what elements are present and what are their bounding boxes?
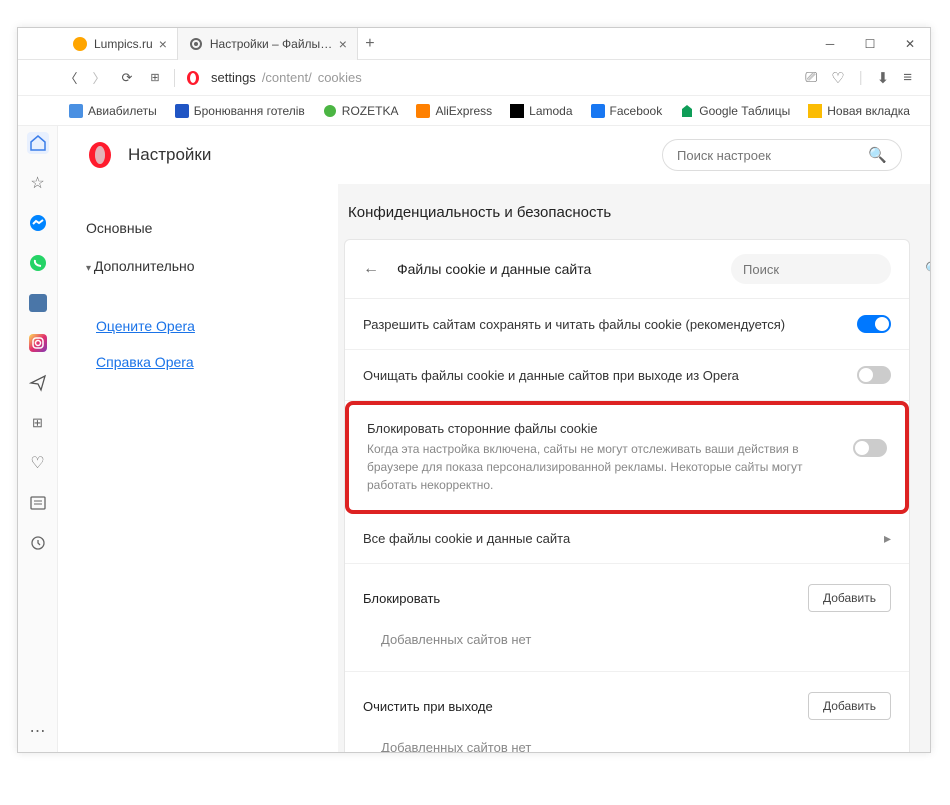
speed-dial-button[interactable]: ⊞ — [146, 69, 164, 87]
more-icon[interactable]: ⋯ — [27, 720, 49, 742]
bookmark-gsheets[interactable]: Google Таблицы — [673, 101, 797, 121]
tab-0[interactable]: Lumpics.ru × — [62, 28, 178, 60]
messenger-icon[interactable] — [27, 212, 49, 234]
lumpics-favicon-icon — [72, 36, 88, 52]
url-path-2: /content/ — [262, 70, 312, 85]
close-window-button[interactable]: ✕ — [890, 28, 930, 60]
back-arrow-icon[interactable]: ← — [363, 260, 383, 278]
forward-button[interactable]: 〉 — [90, 69, 108, 87]
opera-badge-icon — [185, 70, 201, 86]
card-title: Файлы cookie и данные сайта — [397, 261, 717, 277]
settings-header: Настройки 🔍 — [58, 126, 930, 184]
titlebar: Lumpics.ru × Настройки – Файлы cookie × … — [18, 28, 930, 60]
url-display[interactable]: settings/content/cookies — [211, 70, 795, 85]
minimize-button[interactable]: ─ — [810, 28, 850, 60]
card-search[interactable]: 🔍 — [731, 254, 891, 284]
row-subtitle: Когда эта настройка включена, сайты не м… — [367, 440, 839, 494]
tab-0-title: Lumpics.ru — [94, 37, 153, 51]
personal-news-icon[interactable]: ♡ — [27, 452, 49, 474]
snapshot-icon[interactable]: ⎚ — [805, 69, 817, 87]
gear-favicon-icon — [188, 36, 204, 52]
nav-help-opera[interactable]: Справка Opera — [78, 348, 318, 376]
search-icon: 🔍 — [925, 261, 930, 277]
row-block-thirdparty: Блокировать сторонние файлы cookie Когда… — [345, 401, 909, 514]
bookmark-aviabilety[interactable]: Авиабилеты — [62, 101, 164, 121]
block-add-button[interactable]: Добавить — [808, 584, 891, 612]
row-title: Блокировать сторонние файлы cookie — [367, 421, 839, 436]
close-icon[interactable]: × — [339, 36, 347, 52]
block-section-title: Блокировать — [363, 591, 808, 606]
window-controls: ─ ☐ ✕ — [810, 28, 930, 60]
nav-basic[interactable]: Основные — [78, 212, 318, 244]
bookmark-facebook[interactable]: Facebook — [584, 101, 670, 121]
tab-1[interactable]: Настройки – Файлы cookie × — [178, 28, 358, 60]
url-path-1: settings — [211, 70, 256, 85]
page-title: Настройки — [128, 145, 648, 165]
speed-dial-icon[interactable]: ⊞ — [27, 412, 49, 434]
whatsapp-icon[interactable] — [27, 252, 49, 274]
instagram-icon[interactable] — [27, 332, 49, 354]
send-icon[interactable] — [27, 372, 49, 394]
settings-search-input[interactable] — [677, 148, 860, 163]
bookmark-lamoda[interactable]: Lamoda — [503, 101, 579, 121]
new-tab-button[interactable]: + — [358, 35, 382, 53]
bookmarks-bar: Авиабилеты Бронювання готелів ROZETKA Al… — [18, 96, 930, 126]
row-label: Очищать файлы cookie и данные сайтов при… — [363, 368, 843, 383]
heart-icon[interactable]: ♡ — [831, 69, 844, 87]
bookmark-booking[interactable]: Бронювання готелів — [168, 101, 312, 121]
address-bar: 〈 〉 ⟳ ⊞ settings/content/cookies ⎚ ♡ | ⬇… — [18, 60, 930, 96]
maximize-button[interactable]: ☐ — [850, 28, 890, 60]
nav-rate-opera[interactable]: Оцените Opera — [78, 312, 318, 340]
toggle-clear-on-exit[interactable] — [857, 366, 891, 384]
section-title: Конфиденциальность и безопасность — [344, 204, 910, 221]
reload-button[interactable]: ⟳ — [118, 69, 136, 87]
bookmark-rozetka[interactable]: ROZETKA — [316, 101, 406, 121]
clearexit-empty-text: Добавленных сайтов нет — [345, 732, 909, 752]
block-empty-text: Добавленных сайтов нет — [345, 624, 909, 663]
row-clear-on-exit: Очищать файлы cookie и данные сайтов при… — [345, 350, 909, 401]
row-allow-cookies: Разрешить сайтам сохранять и читать файл… — [345, 299, 909, 350]
clearexit-add-button[interactable]: Добавить — [808, 692, 891, 720]
row-all-cookies[interactable]: Все файлы cookie и данные сайта ▸ — [345, 514, 909, 564]
row-label: Разрешить сайтам сохранять и читать файл… — [363, 317, 843, 332]
news-icon[interactable] — [27, 492, 49, 514]
toggle-allow-cookies[interactable] — [857, 315, 891, 333]
settings-search[interactable]: 🔍 — [662, 139, 902, 171]
back-button[interactable]: 〈 — [62, 69, 80, 87]
download-icon[interactable]: ⬇ — [877, 69, 890, 87]
bookmarks-icon[interactable]: ☆ — [27, 172, 49, 194]
card-search-input[interactable] — [743, 262, 919, 277]
bookmark-aliexpress[interactable]: AliExpress — [409, 101, 499, 121]
toggle-block-thirdparty[interactable] — [853, 439, 887, 457]
search-icon: 🔍 — [868, 146, 887, 164]
home-icon[interactable] — [27, 132, 49, 154]
nav-advanced[interactable]: Дополнительно — [78, 250, 318, 282]
tabs-region: Lumpics.ru × Настройки – Файлы cookie × … — [18, 28, 810, 60]
opera-logo-icon — [86, 141, 114, 169]
clearexit-section-title: Очистить при выходе — [363, 699, 808, 714]
bookmark-newtab[interactable]: Новая вкладка — [801, 101, 917, 121]
easy-setup-icon[interactable]: ≡ — [903, 69, 912, 87]
settings-panel: Конфиденциальность и безопасность ← Файл… — [338, 184, 930, 752]
chevron-right-icon: ▸ — [884, 530, 891, 547]
tab-1-title: Настройки – Файлы cookie — [210, 37, 333, 51]
row-label: Все файлы cookie и данные сайта — [363, 531, 870, 546]
close-icon[interactable]: × — [159, 36, 167, 52]
history-icon[interactable] — [27, 532, 49, 554]
settings-nav: Основные Дополнительно Оцените Opera Спр… — [58, 184, 338, 752]
app-sidebar: ☆ ⊞ ♡ ⋯ — [18, 126, 58, 752]
cookies-card: ← Файлы cookie и данные сайта 🔍 Разрешит… — [344, 239, 910, 752]
url-path-3: cookies — [318, 70, 362, 85]
vk-icon[interactable] — [27, 292, 49, 314]
